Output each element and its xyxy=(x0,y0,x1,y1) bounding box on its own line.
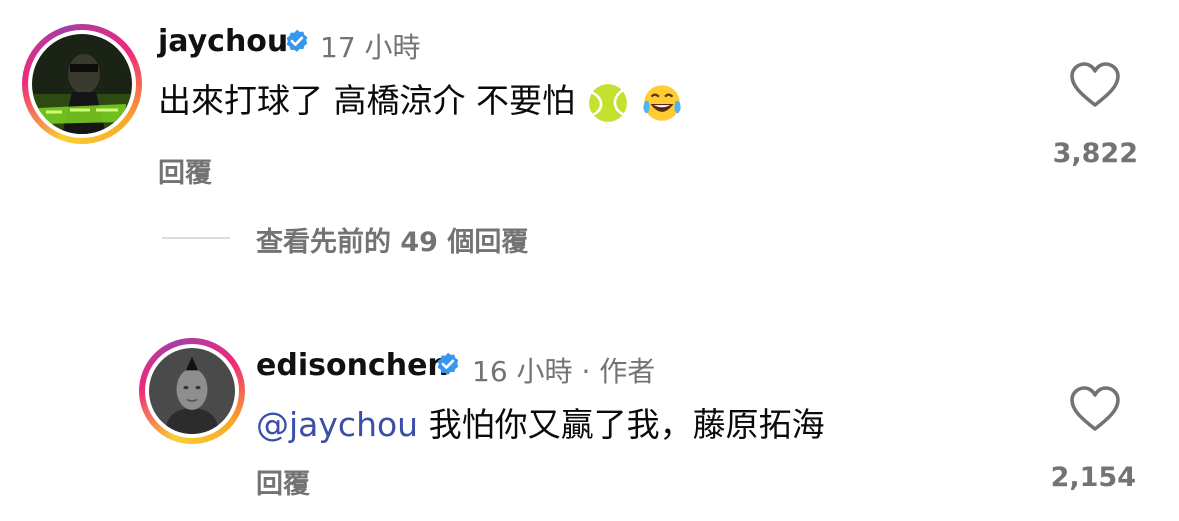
comment-text-content: 出來打球了 高橋涼介 不要怕 xyxy=(158,81,575,120)
comment-timestamp: 16 小時 xyxy=(472,355,573,388)
meta-separator: · xyxy=(581,355,591,388)
like-count: 2,154 xyxy=(1050,462,1136,493)
avatar-jaychou[interactable] xyxy=(22,24,142,144)
comment-text: 出來打球了 高橋涼介 不要怕 xyxy=(158,74,684,124)
tennis-ball-icon xyxy=(589,83,628,122)
comment-username[interactable]: jaychou xyxy=(158,24,288,59)
comment-meta: 16 小時 · 作者 xyxy=(472,350,655,390)
like-heart-icon[interactable] xyxy=(1069,386,1121,432)
reply-button[interactable]: 回覆 xyxy=(256,462,310,501)
reply-button[interactable]: 回覆 xyxy=(158,151,212,190)
view-previous-replies-button[interactable]: 查看先前的 49 個回覆 xyxy=(256,220,528,259)
mention-link[interactable]: @jaychou xyxy=(256,405,418,444)
comment-text-content: 我怕你又贏了我，藤原拓海 xyxy=(428,405,825,444)
comment-username[interactable]: edisonchen xyxy=(256,348,449,383)
avatar-image xyxy=(149,348,235,434)
like-heart-icon[interactable] xyxy=(1069,62,1121,108)
verified-badge-icon xyxy=(437,352,459,375)
verified-badge-icon xyxy=(286,29,308,52)
tears-of-joy-emoji-icon xyxy=(643,84,681,121)
author-badge: 作者 xyxy=(599,355,656,388)
avatar-edisonchen[interactable] xyxy=(139,338,245,444)
like-count: 3,822 xyxy=(1052,138,1138,169)
comment-timestamp: 17 小時 xyxy=(320,31,421,64)
comment-text: @jaychou 我怕你又贏了我，藤原拓海 xyxy=(256,398,825,446)
avatar-image xyxy=(32,34,132,134)
divider-line xyxy=(162,237,230,239)
